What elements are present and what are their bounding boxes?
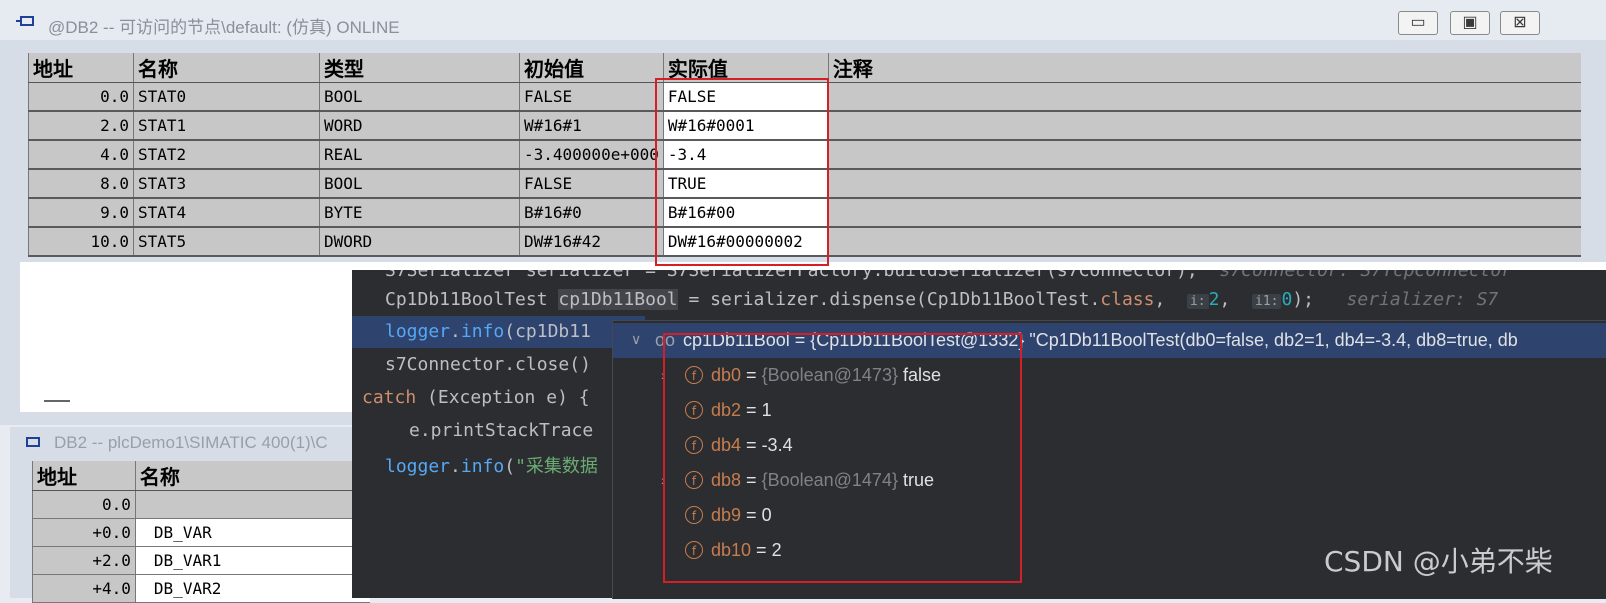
code-object: logger (385, 321, 451, 342)
db2-offline-window: DB2 -- plcDemo1\SIMATIC 400(1)\C 地址 名称 0… (10, 427, 370, 603)
watermark: CSDN @小弟不柴 (1324, 545, 1553, 578)
code-text: ( (504, 456, 516, 477)
code-line[interactable]: Cp1Db11BoolTest cp1Db11Bool = serializer… (385, 289, 1498, 310)
cell-type: DWORD (319, 227, 520, 257)
column-header-type[interactable]: 类型 (319, 53, 520, 83)
cell-address: 2.0 (28, 111, 134, 141)
code-method: dispense (829, 289, 917, 310)
cell-address: +4.0 (32, 574, 136, 603)
code-text: (Exception e) { (416, 387, 590, 408)
cell-address: 8.0 (28, 169, 134, 199)
inline-hint: s7Connector: S7TcpConnector (1219, 270, 1513, 281)
cell-name (134, 490, 370, 519)
cell-name: STAT5 (133, 227, 320, 257)
code-object: logger (385, 456, 451, 477)
cell-comment[interactable] (827, 198, 1582, 228)
inline-hint: serializer: S7 (1346, 289, 1499, 310)
splitter-handle[interactable] (44, 400, 70, 402)
code-text: S7Serializer serializer = S7SerializerFa… (385, 270, 1198, 281)
cell-name: STAT0 (133, 82, 320, 112)
cell-name: STAT1 (133, 111, 320, 141)
cell-name: DB_VAR1 (134, 546, 370, 575)
cell-comment[interactable] (827, 140, 1582, 170)
column-header-initial-value[interactable]: 初始值 (519, 53, 664, 83)
cell-name: STAT4 (133, 198, 320, 228)
code-line[interactable]: logger.info("采集数据 (385, 452, 598, 478)
code-line[interactable]: S7Serializer serializer = S7SerializerFa… (385, 270, 1512, 281)
cell-type: REAL (319, 140, 520, 170)
code-variable: cp1Db11Bool (558, 289, 678, 310)
code-keyword: class (1100, 289, 1155, 310)
cell-initial-value: -3.400000e+000 (519, 140, 664, 170)
cell-address: 0.0 (32, 490, 136, 519)
cell-type: BOOL (319, 169, 520, 199)
table-row[interactable]: +4.0 DB_VAR2 (32, 574, 370, 603)
cell-type: BYTE (319, 198, 520, 228)
cell-name: DB_VAR (134, 518, 370, 547)
code-text: (Cp1Db11BoolTest. (916, 289, 1101, 310)
code-number: 2 (1208, 289, 1220, 310)
db-declaration-table: 地址 名称 0.0 +0.0 DB_VAR +2.0 DB_VAR1 +4.0 … (32, 461, 370, 603)
window-title: @DB2 -- 可访问的节点\default: (仿真) ONLINE (48, 18, 400, 37)
cell-address: 10.0 (28, 227, 134, 257)
code-text: s7Connector.close() (385, 354, 591, 375)
highlight-box-debug-values (663, 333, 1022, 583)
code-line[interactable]: catch (Exception e) { (362, 387, 590, 408)
column-header-comment[interactable]: 注释 (827, 53, 1582, 83)
cell-comment[interactable] (827, 169, 1582, 199)
param-hint: i: (1186, 294, 1209, 309)
code-line[interactable]: e.printStackTrace (409, 420, 593, 441)
code-method: info (460, 321, 505, 342)
highlight-box-actual-values (655, 78, 829, 266)
cell-address: +2.0 (32, 546, 136, 575)
cell-comment[interactable] (827, 111, 1582, 141)
window-titlebar[interactable]: DB2 -- plcDemo1\SIMATIC 400(1)\C (10, 427, 370, 457)
cell-address: 0.0 (28, 82, 134, 112)
cell-comment[interactable] (827, 227, 1582, 257)
column-header-name[interactable]: 名称 (133, 53, 320, 83)
column-header-name[interactable]: 名称 (134, 461, 370, 491)
code-text: = serializer. (677, 289, 830, 310)
code-string: "采集数据 (515, 456, 598, 477)
column-header-address[interactable]: 地址 (32, 461, 136, 491)
chevron-down-icon[interactable]: ∨ (631, 331, 641, 348)
cell-initial-value: FALSE (519, 82, 664, 112)
code-line-current[interactable]: logger.info(cp1Db11 (352, 316, 645, 348)
cell-initial-value: B#16#0 (519, 198, 664, 228)
block-icon (26, 437, 40, 447)
cell-address: +0.0 (32, 518, 136, 547)
code-method: info (460, 456, 505, 477)
cell-type: BOOL (319, 82, 520, 112)
code-text: ); (1292, 289, 1315, 310)
code-number: 0 (1281, 289, 1293, 310)
param-hint: i1: (1252, 294, 1282, 309)
column-header-address[interactable]: 地址 (28, 53, 134, 83)
close-button[interactable]: ⊠ (1500, 11, 1540, 35)
cell-name: STAT3 (133, 169, 320, 199)
table-row[interactable]: 0.0 (32, 490, 370, 519)
code-keyword: catch (362, 387, 417, 408)
cell-name: DB_VAR2 (134, 574, 370, 603)
cell-initial-value: W#16#1 (519, 111, 664, 141)
cell-address: 9.0 (28, 198, 134, 228)
table-row[interactable]: +0.0 DB_VAR (32, 518, 370, 547)
table-header-row: 地址 名称 (32, 461, 370, 491)
cell-name: STAT2 (133, 140, 320, 170)
code-type: Cp1Db11BoolTest (385, 289, 548, 310)
block-icon (16, 16, 34, 26)
window-title: DB2 -- plcDemo1\SIMATIC 400(1)\C (54, 433, 328, 452)
cell-comment[interactable] (827, 82, 1582, 112)
cell-type: WORD (319, 111, 520, 141)
window-titlebar[interactable]: @DB2 -- 可访问的节点\default: (仿真) ONLINE ▭ ▣ … (0, 0, 1606, 40)
minimize-button[interactable]: ▭ (1398, 11, 1438, 35)
cell-initial-value: DW#16#42 (519, 227, 664, 257)
cell-address: 4.0 (28, 140, 134, 170)
code-text: (cp1Db11 (504, 321, 591, 342)
code-text: e.printStackTrace (409, 420, 594, 441)
code-line[interactable]: s7Connector.close() (385, 354, 591, 375)
cell-initial-value: FALSE (519, 169, 664, 199)
maximize-button[interactable]: ▣ (1450, 11, 1490, 35)
table-row[interactable]: +2.0 DB_VAR1 (32, 546, 370, 575)
